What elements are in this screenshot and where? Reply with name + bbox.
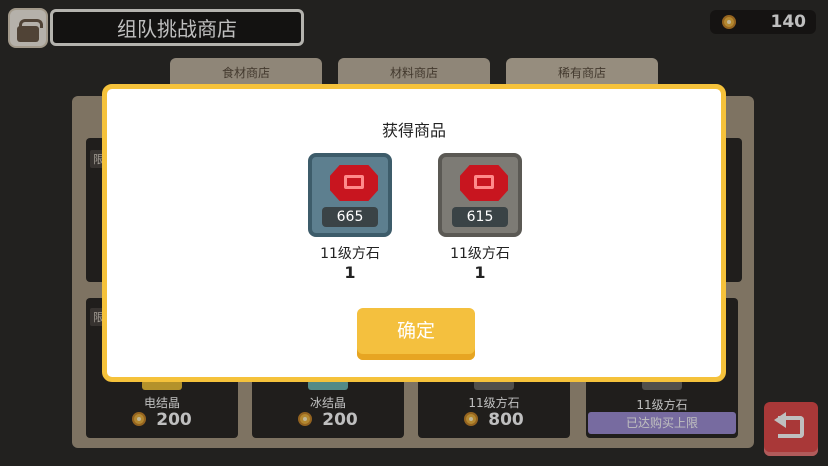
item-quantity: 1	[344, 263, 356, 282]
red-gem-icon	[330, 165, 378, 201]
item-name: 11级方石	[320, 246, 380, 262]
reward-dialog: 获得商品 665 11级方石 1 615 11级方石 1 确定	[102, 84, 726, 382]
reward-item: 665 11级方石 1	[290, 153, 410, 282]
item-quantity: 1	[474, 263, 486, 282]
item-frame: 615	[438, 153, 522, 237]
item-count: 615	[452, 207, 508, 227]
red-gem-icon	[460, 165, 508, 201]
confirm-button[interactable]: 确定	[357, 308, 475, 360]
dialog-title: 获得商品	[381, 121, 446, 140]
item-count: 665	[322, 207, 378, 227]
item-name: 11级方石	[450, 246, 510, 262]
item-frame: 665	[308, 153, 392, 237]
reward-item: 615 11级方石 1	[420, 153, 540, 282]
